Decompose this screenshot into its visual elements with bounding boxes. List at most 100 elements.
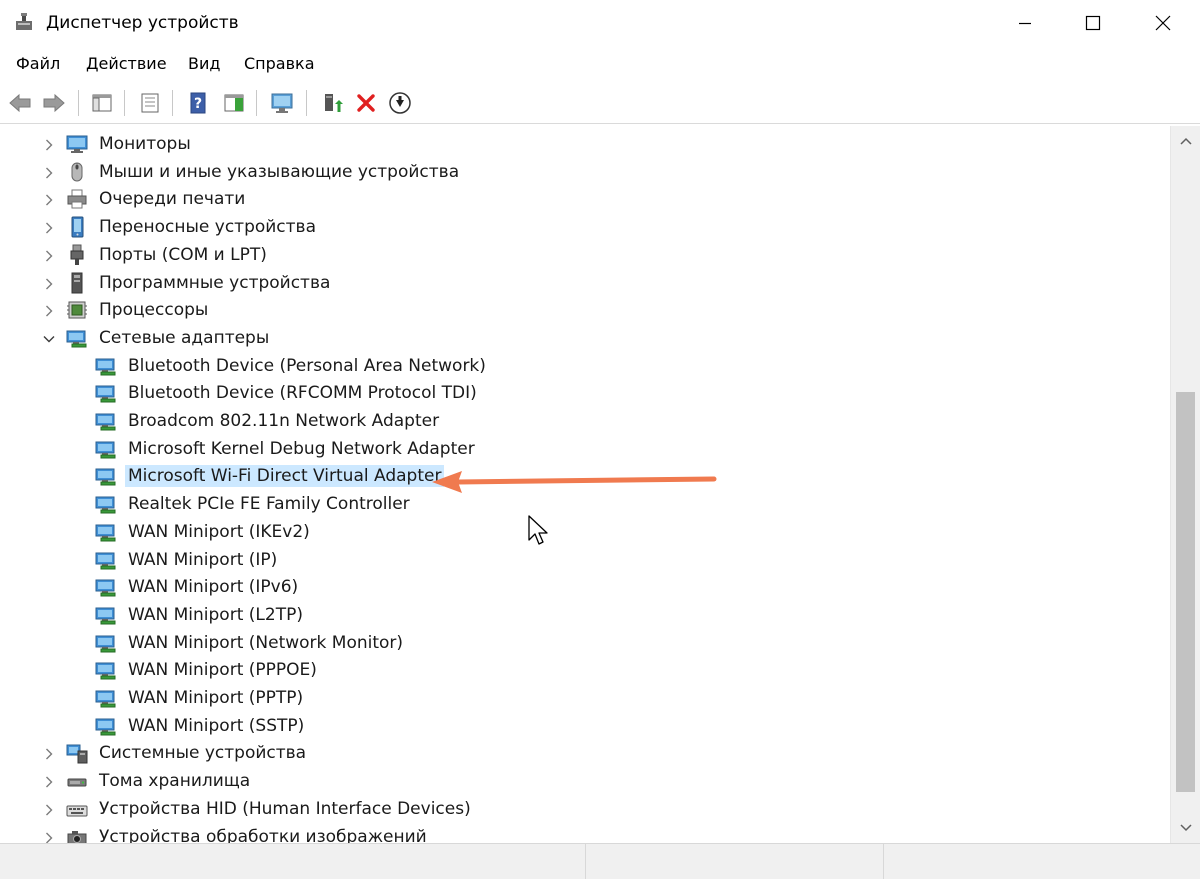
tree-device-row[interactable]: Microsoft Kernel Debug Network Adapter [6,435,1170,463]
tree-category-row[interactable]: Очереди печати [6,185,1170,213]
chevron-right-icon[interactable] [42,137,56,151]
menu-action[interactable]: Действие [86,53,167,75]
tree-category-row[interactable]: Мыши и иные указывающие устройства [6,158,1170,186]
minimize-button[interactable] [990,0,1060,46]
tree-category-row[interactable]: Процессоры [6,296,1170,324]
vertical-scrollbar[interactable] [1170,126,1200,843]
uninstall-x-icon [357,94,375,112]
action-pane-button[interactable] [220,89,248,117]
network-adapter-icon [95,465,117,487]
tree-item-label: Системные устройства [99,743,307,764]
network-adapter-icon [95,659,117,681]
tree-category-row[interactable]: Тома хранилища [6,767,1170,795]
scroll-thumb[interactable] [1176,392,1195,792]
chevron-right-icon[interactable] [42,830,56,844]
toolbar-separator [256,90,257,116]
tree-item-label: WAN Miniport (IP) [128,549,278,570]
tree-item-label: Устройства обработки изображений [99,826,427,844]
status-cell [586,844,884,879]
uninstall-device-button[interactable] [352,89,380,117]
tree-device-row[interactable]: WAN Miniport (IKEv2) [6,518,1170,546]
chevron-right-icon[interactable] [42,165,56,179]
tree-category-row[interactable]: Устройства обработки изображений [6,823,1170,844]
chevron-right-icon[interactable] [42,192,56,206]
back-button[interactable] [6,89,34,117]
close-icon [1155,15,1171,31]
tree-category-row[interactable]: Мониторы [6,130,1170,158]
tree-item-label: Процессоры [99,300,209,321]
device-manager-icon[interactable] [14,12,34,32]
tree-category-row[interactable]: Порты (COM и LPT) [6,241,1170,269]
console-tree-button[interactable] [88,89,116,117]
forward-arrow-icon [43,93,65,113]
menu-view[interactable]: Вид [188,53,220,75]
storage-volume-icon [66,770,88,792]
tree-category-row[interactable]: Системные устройства [6,739,1170,767]
help-button[interactable]: ? [184,89,212,117]
mouse-cursor-icon [528,515,548,545]
tree-device-row[interactable]: WAN Miniport (IP) [6,546,1170,574]
status-bar [0,843,1200,879]
scan-hardware-monitor-icon [271,93,293,113]
tree-device-row[interactable]: WAN Miniport (IPv6) [6,573,1170,601]
close-button[interactable] [1128,0,1198,46]
tree-device-row[interactable]: Bluetooth Device (RFCOMM Protocol TDI) [6,379,1170,407]
scan-hardware-button[interactable] [268,89,296,117]
network-adapter-icon [95,410,117,432]
toolbar-separator [124,90,125,116]
tree-device-row[interactable]: WAN Miniport (SSTP) [6,712,1170,740]
tree-device-row[interactable]: Bluetooth Device (Personal Area Network) [6,352,1170,380]
imaging-device-icon [66,826,88,843]
tree-item-label: Мониторы [99,134,191,154]
maximize-button[interactable] [1058,0,1128,46]
chevron-right-icon[interactable] [42,746,56,760]
tree-item-label: WAN Miniport (IPv6) [128,577,299,598]
chevron-right-icon[interactable] [42,774,56,788]
chevron-right-icon[interactable] [42,303,56,317]
network-adapter-icon [95,493,117,515]
chevron-right-icon[interactable] [42,220,56,234]
menu-file[interactable]: Файл [16,53,60,75]
network-adapter-icon [95,549,117,571]
scroll-up-button[interactable] [1171,126,1200,156]
update-driver-button[interactable] [318,89,346,117]
tree-item-label: Тома хранилища [99,771,251,792]
tree-device-row[interactable]: WAN Miniport (PPPOE) [6,656,1170,684]
portable-device-icon [66,216,88,238]
scroll-down-button[interactable] [1171,813,1200,843]
tree-item-label: WAN Miniport (SSTP) [128,715,305,736]
forward-button[interactable] [40,89,68,117]
tree-item-label: WAN Miniport (PPPOE) [128,660,317,681]
tree-item-label: Очереди печати [99,189,246,210]
disable-device-button[interactable] [386,89,414,117]
tree-device-row[interactable]: WAN Miniport (PPTP) [6,684,1170,712]
tree-item-label: Сетевые адаптеры [99,327,270,348]
tree-device-row[interactable]: Broadcom 802.11n Network Adapter [6,407,1170,435]
tree-category-row[interactable]: Устройства HID (Human Interface Devices) [6,795,1170,823]
menu-help[interactable]: Справка [244,53,315,75]
tree-item-label: Порты (COM и LPT) [99,244,267,265]
tree-device-row[interactable]: WAN Miniport (Network Monitor) [6,629,1170,657]
chevron-down-icon[interactable] [42,331,56,345]
chevron-right-icon[interactable] [42,802,56,816]
printer-icon [66,188,88,210]
network-adapter-icon [95,687,117,709]
tree-item-label: WAN Miniport (IKEv2) [128,521,310,542]
tree-device-row[interactable]: WAN Miniport (L2TP) [6,601,1170,629]
svg-text:?: ? [194,96,202,112]
minimize-icon [1019,22,1031,25]
tree-category-network-adapters[interactable]: Сетевые адаптеры [6,324,1170,352]
tree-category-row[interactable]: Программные устройства [6,269,1170,297]
hid-device-icon [66,798,88,820]
network-adapter-icon [95,576,117,598]
tree-item-label: Устройства HID (Human Interface Devices) [99,798,471,819]
action-pane-icon [224,94,244,112]
tree-category-row[interactable]: Переносные устройства [6,213,1170,241]
chevron-right-icon[interactable] [42,248,56,262]
toolbar: ? [0,82,1200,124]
toolbar-separator [306,90,307,116]
tree-item-label: WAN Miniport (Network Monitor) [128,632,404,653]
toolbar-separator [172,90,173,116]
properties-button[interactable] [136,89,164,117]
chevron-right-icon[interactable] [42,276,56,290]
